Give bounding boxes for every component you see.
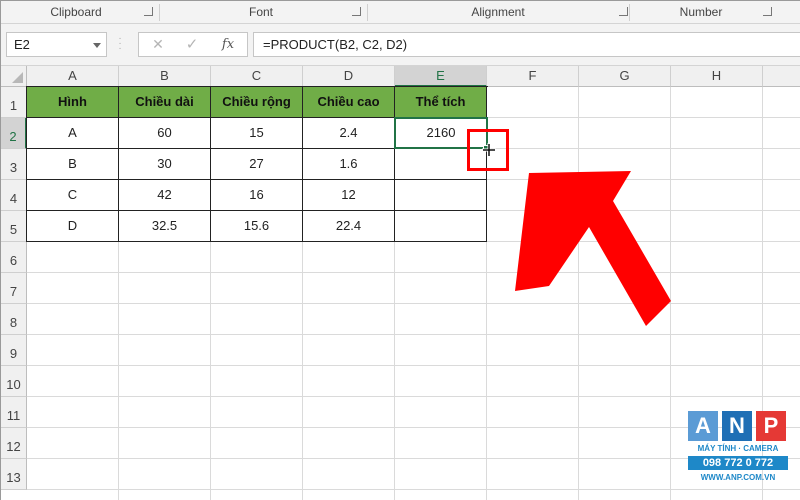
- grip-dots-icon[interactable]: · · ·: [118, 34, 122, 54]
- select-all-corner[interactable]: [1, 66, 27, 87]
- ribbon-separator: [159, 4, 160, 21]
- dialog-launcher-icon[interactable]: [352, 7, 361, 16]
- table-cell[interactable]: [395, 180, 487, 211]
- table-cell[interactable]: C: [27, 180, 119, 211]
- gridline: [27, 272, 800, 273]
- gridline: [27, 334, 800, 335]
- gridline: [27, 458, 800, 459]
- row-header-7[interactable]: 7: [1, 273, 27, 304]
- logo-tagline: MÁY TÍNH · CAMERA: [697, 444, 779, 453]
- ribbon-group-font: Font: [161, 1, 361, 23]
- table-header-cell[interactable]: Chiều dài: [119, 87, 211, 118]
- table-cell[interactable]: 30: [119, 149, 211, 180]
- row-header-8[interactable]: 8: [1, 304, 27, 335]
- gridline: [27, 427, 800, 428]
- insert-function-icon[interactable]: fx: [217, 33, 239, 58]
- column-header-i[interactable]: [763, 66, 800, 87]
- table-cell[interactable]: D: [27, 211, 119, 242]
- gridline: [27, 303, 800, 304]
- chevron-down-icon[interactable]: [93, 43, 101, 48]
- column-header-f[interactable]: F: [487, 66, 579, 87]
- table-header-cell[interactable]: Thể tích: [395, 87, 487, 118]
- column-header-h[interactable]: H: [671, 66, 763, 87]
- ribbon-separator: [629, 4, 630, 21]
- table-cell[interactable]: B: [27, 149, 119, 180]
- gridline: [27, 365, 800, 366]
- pointer-arrow-icon: [515, 171, 671, 326]
- column-header-g[interactable]: G: [579, 66, 671, 87]
- table-cell[interactable]: 32.5: [119, 211, 211, 242]
- column-header-b[interactable]: B: [119, 66, 211, 87]
- row-header-5[interactable]: 5: [1, 211, 27, 242]
- table-cell[interactable]: 60: [119, 118, 211, 149]
- table-cell[interactable]: 1.6: [303, 149, 395, 180]
- cancel-icon[interactable]: ✕: [147, 33, 169, 58]
- ribbon-group-label: Font: [248, 5, 273, 19]
- table-cell[interactable]: 42: [119, 180, 211, 211]
- gridline: [27, 489, 800, 490]
- ribbon-group-label: Alignment: [471, 5, 525, 19]
- ribbon-group-clipboard: Clipboard: [1, 1, 153, 23]
- row-header-11[interactable]: 11: [1, 397, 27, 428]
- crosshair-cursor-icon: [482, 143, 496, 157]
- row-header-1[interactable]: 1: [1, 87, 27, 118]
- formula-input[interactable]: =PRODUCT(B2, C2, D2): [253, 32, 800, 57]
- ribbon-group-alignment: Alignment: [369, 1, 628, 23]
- logo-letter: P: [756, 411, 786, 441]
- table-cell[interactable]: 12: [303, 180, 395, 211]
- table-header-cell[interactable]: Hình: [27, 87, 119, 118]
- dialog-launcher-icon[interactable]: [763, 7, 772, 16]
- row-header-9[interactable]: 9: [1, 335, 27, 366]
- row-header-10[interactable]: 10: [1, 366, 27, 397]
- table-header-cell[interactable]: Chiều rộng: [211, 87, 303, 118]
- table-header-cell[interactable]: Chiều cao: [303, 87, 395, 118]
- row-header-4[interactable]: 4: [1, 180, 27, 211]
- row-header-12[interactable]: 12: [1, 428, 27, 459]
- name-box[interactable]: E2: [6, 32, 107, 57]
- table-cell[interactable]: [395, 211, 487, 242]
- enter-check-icon[interactable]: ✓: [181, 33, 203, 58]
- logo-site: WWW.ANP.COM.VN: [700, 473, 776, 482]
- ribbon-group-label: Number: [679, 5, 723, 19]
- ribbon-group-label: Clipboard: [50, 5, 102, 19]
- ribbon-separator: [367, 4, 368, 21]
- column-header-c[interactable]: C: [211, 66, 303, 87]
- table-cell[interactable]: A: [27, 118, 119, 149]
- row-header-2[interactable]: 2: [1, 118, 27, 149]
- formula-bar: E2 · · · ✕ ✓ fx =PRODUCT(B2, C2, D2): [1, 24, 800, 66]
- ribbon-group-bar: Clipboard Font Alignment Number: [1, 1, 800, 24]
- table-cell[interactable]: 16: [211, 180, 303, 211]
- anp-logo: A N P MÁY TÍNH · CAMERA 098 772 0 772 WW…: [688, 411, 788, 491]
- worksheet-grid[interactable]: A B C D E F G H 1 2 3 4 5 6 7 8 9 10 11 …: [1, 66, 800, 500]
- row-header-3[interactable]: 3: [1, 149, 27, 180]
- table-cell[interactable]: 15: [211, 118, 303, 149]
- gridline: [27, 396, 800, 397]
- table-cell[interactable]: 22.4: [303, 211, 395, 242]
- dialog-launcher-icon[interactable]: [619, 7, 628, 16]
- column-header-d[interactable]: D: [303, 66, 395, 87]
- dialog-launcher-icon[interactable]: [144, 7, 153, 16]
- logo-letter: A: [688, 411, 718, 441]
- table-cell[interactable]: 27: [211, 149, 303, 180]
- ribbon-group-number: Number: [631, 1, 772, 23]
- formula-buttons: ✕ ✓ fx: [138, 32, 248, 57]
- logo-phone: 098 772 0 772: [688, 456, 788, 470]
- name-box-value: E2: [14, 37, 30, 52]
- column-header-a[interactable]: A: [27, 66, 119, 87]
- row-header-6[interactable]: 6: [1, 242, 27, 273]
- logo-letter: N: [722, 411, 752, 441]
- column-header-e[interactable]: E: [395, 66, 487, 87]
- table-cell[interactable]: 15.6: [211, 211, 303, 242]
- table-cell[interactable]: 2.4: [303, 118, 395, 149]
- row-header-13[interactable]: 13: [1, 459, 27, 490]
